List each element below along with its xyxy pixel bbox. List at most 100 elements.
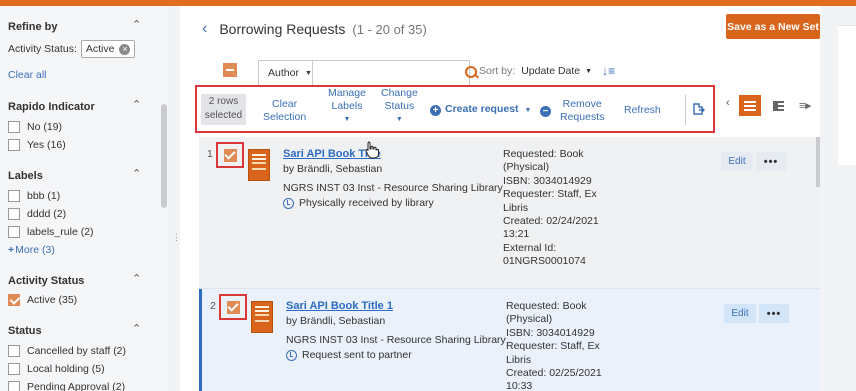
detail-line: External Id: [503,241,557,254]
sort-direction-icon[interactable]: ↓≡ [602,64,615,78]
row-checkbox[interactable] [227,301,240,314]
remove-filter-icon[interactable]: × [119,43,131,55]
checkbox[interactable] [8,190,20,202]
clock-icon [286,349,297,361]
refine-by-heading: Refine by [8,21,58,33]
list-item[interactable]: 2 Sari API Book Title 1 by Brändli, Seba… [199,289,820,391]
edit-button[interactable]: Edit [724,304,756,323]
chevron-up-icon[interactable]: ⌃ [132,167,141,180]
checkbox[interactable] [8,226,20,238]
sidebar-scrollbar[interactable] [161,104,167,208]
request-details: Requested: Book (Physical) ISBN: 3034014… [506,300,656,391]
chevron-up-icon[interactable]: ⌃ [132,98,141,111]
detail-line: Requested: Book [503,148,584,160]
search-input[interactable] [312,62,459,84]
sort-label: Sort by: [479,65,516,77]
facet-option[interactable]: bbb (1) [8,190,60,202]
caret-down-icon: ▼ [524,107,532,114]
more-icon[interactable]: ••• [756,152,786,171]
plus-icon: + [8,244,15,256]
checkbox[interactable] [8,381,20,391]
record-library: NGRS INST 03 Inst - Resource Sharing Lib… [286,334,506,346]
clock-icon [283,197,294,209]
book-cover-thumbnail [251,301,273,333]
change-status-button[interactable]: Change Status ▼ [381,87,418,126]
detail-line: Libris [503,201,529,214]
filter-chip-label: Active [85,43,115,55]
checkbox[interactable] [8,121,20,133]
back-chevron-icon[interactable]: ‹ [202,20,207,38]
sort-dropdown[interactable]: Update Date [521,65,580,77]
clear-selection-button[interactable]: Clear Selection [263,98,306,124]
expand-view-icon[interactable]: ≡▸ [794,95,816,116]
bulk-actions-toolbar: 2 rows selected Clear Selection Manage L… [195,85,715,133]
facet-option[interactable]: Pending Approval (2) [8,381,125,391]
clear-all-link[interactable]: Clear all [8,69,47,81]
detail-line: 10:33 [506,380,533,391]
show-more-label: More (3) [15,244,55,256]
facet-option[interactable]: Active (35) [8,294,77,306]
facet-option[interactable]: dddd (2) [8,208,66,220]
change-status-label: Status [384,100,415,112]
split-view-icon[interactable] [767,95,789,116]
detail-line: Libris [506,353,532,366]
detail-line: Created: 02/25/2021 [506,367,602,380]
chevron-up-icon[interactable]: ⌃ [132,272,141,285]
detail-line: Requested: Book [506,300,587,312]
row-checkbox-highlight [216,142,244,168]
filter-chip[interactable]: Active × [80,40,136,58]
chevron-up-icon[interactable]: ⌃ [132,18,141,31]
list-view-icon[interactable] [739,95,761,116]
record-title-link[interactable]: Sari API Book Title 1 [286,300,393,312]
select-all-checkbox[interactable] [223,63,237,77]
collapse-left-icon[interactable]: ‹ [726,97,730,109]
detail-line: Requester: Staff, Ex [503,188,597,201]
right-side-panel [838,25,856,165]
facet-option[interactable]: Cancelled by staff (2) [8,345,126,357]
remove-requests-label: Remove [562,98,602,110]
facet-option[interactable]: No (19) [8,121,62,133]
facet-option[interactable]: Yes (16) [8,139,66,151]
results-list: 1 Sari API Book Title by Brändli, Sebast… [199,137,820,391]
detail-line: (Physical) [503,161,550,174]
show-more-link[interactable]: + More (3) [8,244,55,256]
result-count: (1 - 20 of 35) [352,21,427,37]
facet-option[interactable]: labels_rule (2) [8,226,94,238]
selection-count: 2 rows [208,96,239,107]
record-status: Physically received by library [283,197,434,209]
edit-button[interactable]: Edit [721,152,753,171]
detail-line: (Physical) [506,313,553,326]
search-bar: Author ▼ [258,60,478,86]
caret-down-icon: ▼ [343,116,351,123]
active-filter-label: Activity Status: [8,43,77,55]
sort-control: Sort by: Update Date ▼ ↓≡ [479,64,615,78]
chevron-up-icon[interactable]: ⌃ [132,322,141,335]
page-header: ‹ Borrowing Requests (1 - 20 of 35) [202,20,427,38]
manage-labels-button[interactable]: Manage Labels ▼ [328,87,366,126]
checkbox-checked[interactable] [8,294,20,306]
refresh-button[interactable]: Refresh [624,104,661,117]
record-status: Request sent to partner [286,349,412,361]
checkbox[interactable] [8,363,20,375]
search-icon[interactable] [459,61,478,85]
checkbox[interactable] [8,139,20,151]
remove-requests-button[interactable]: − Remove Requests [540,98,604,124]
detail-line: 13:21 [503,228,530,241]
save-as-new-set-button[interactable]: Save as a New Set [726,14,820,39]
facet-option[interactable]: Local holding (5) [8,363,105,375]
facet-option-label: No (19) [27,121,63,133]
remove-requests-label: Requests [560,111,605,123]
checkbox[interactable] [8,208,20,220]
record-status-text: Request sent to partner [302,349,412,361]
search-scope-dropdown[interactable]: Author ▼ [259,61,313,85]
export-icon[interactable] [691,102,705,116]
more-icon[interactable]: ••• [759,304,789,323]
list-item[interactable]: 1 Sari API Book Title by Brändli, Sebast… [199,137,820,289]
resize-handle[interactable]: ⋮ [172,232,181,252]
checkbox[interactable] [8,345,20,357]
toolbar-divider [685,95,686,125]
row-checkbox[interactable] [224,149,237,162]
active-filter: Activity Status: Active × [8,40,136,58]
caret-down-icon[interactable]: ▼ [585,68,592,75]
create-request-button[interactable]: + Create request ▼ [430,103,531,117]
